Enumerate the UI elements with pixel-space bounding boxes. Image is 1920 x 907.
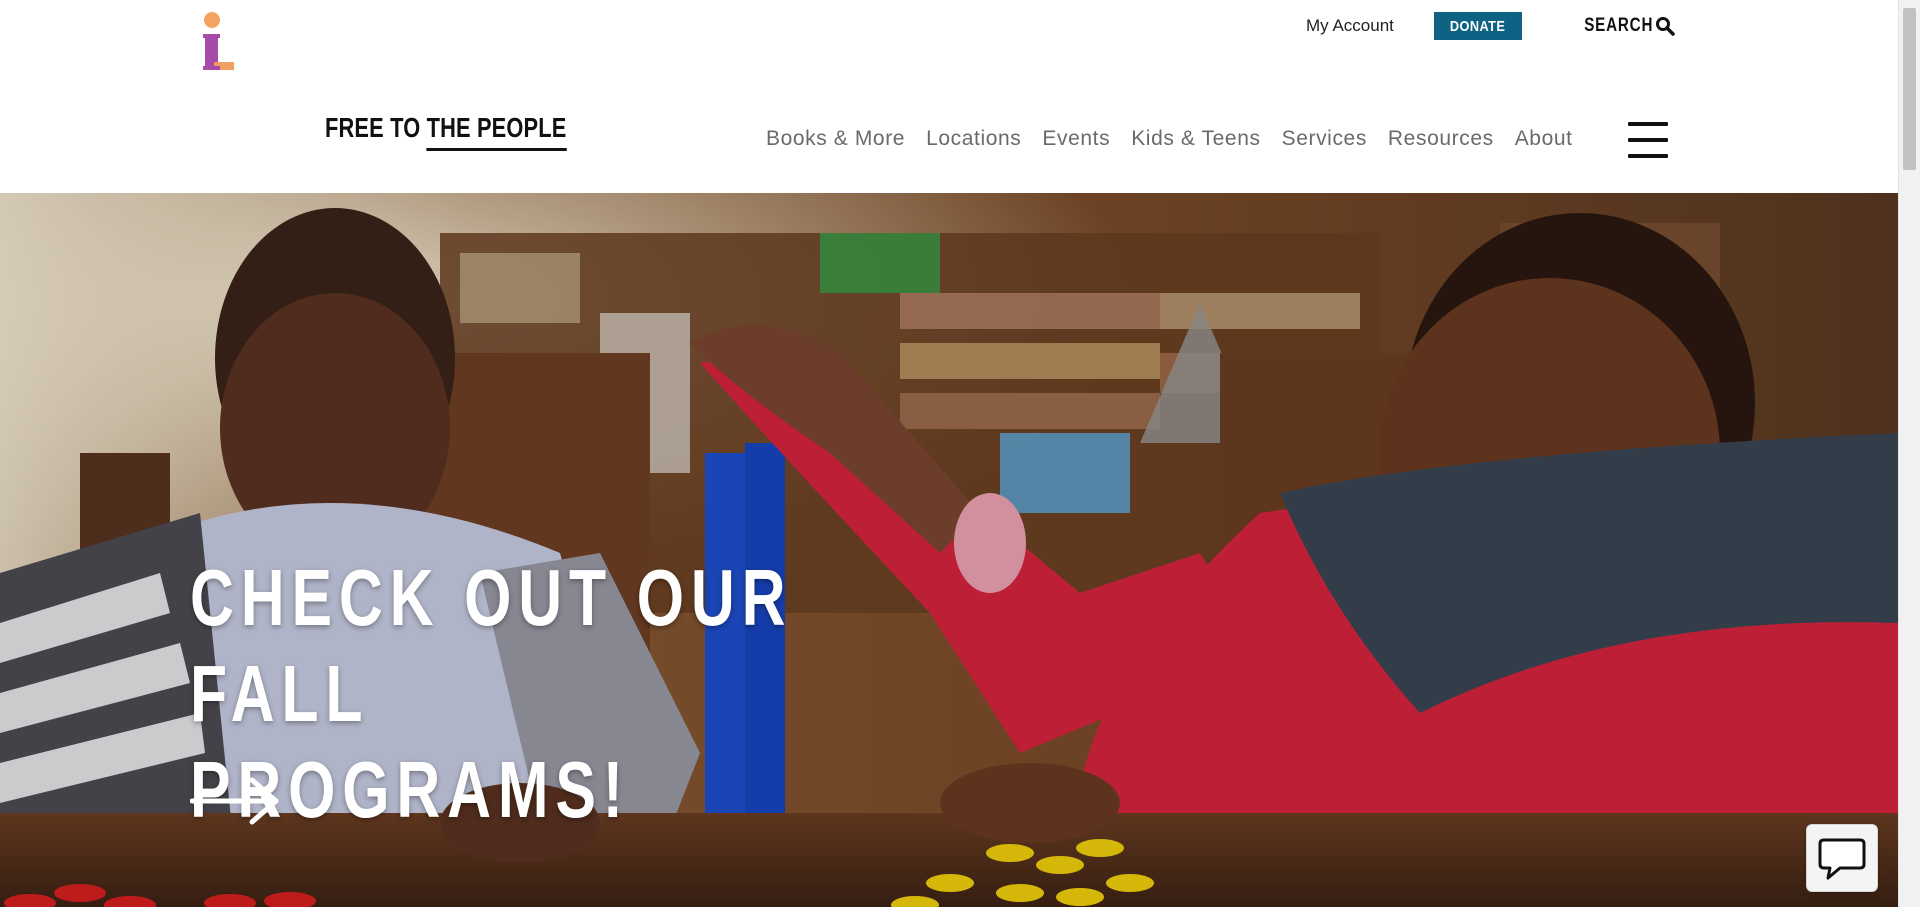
nav-item-resources[interactable]: Resources: [1388, 127, 1494, 151]
utility-bar: My Account DONATE SEARCH: [1306, 12, 1675, 40]
right-arrow-icon[interactable]: [190, 776, 280, 826]
my-account-link[interactable]: My Account: [1306, 16, 1394, 36]
library-logo[interactable]: [200, 10, 236, 74]
hero-heading[interactable]: CHECK OUT OUR FALL PROGRAMS!: [190, 550, 874, 838]
nav-item-books-more[interactable]: Books & More: [766, 127, 905, 151]
search-icon: [1656, 17, 1675, 36]
hamburger-icon-bar: [1628, 154, 1668, 158]
tagline-part2: THE PEOPLE: [426, 112, 567, 151]
hamburger-menu-button[interactable]: [1628, 120, 1668, 160]
hamburger-icon-bar: [1628, 138, 1668, 142]
hero-banner[interactable]: CHECK OUT OUR FALL PROGRAMS!: [0, 193, 1898, 907]
search-label: SEARCH: [1584, 15, 1654, 36]
nav-item-kids-teens[interactable]: Kids & Teens: [1131, 127, 1260, 151]
search-button[interactable]: SEARCH: [1567, 15, 1675, 37]
main-navigation: Books & More Locations Events Kids & Tee…: [766, 124, 1573, 154]
tagline-part1: FREE TO: [325, 112, 421, 143]
donate-button[interactable]: DONATE: [1433, 12, 1522, 40]
page-scrollbar[interactable]: [1898, 0, 1920, 907]
donate-label: DONATE: [1450, 17, 1506, 35]
site-tagline: FREE TO THE PEOPLE: [325, 112, 567, 156]
chat-bubble-icon: [1818, 838, 1866, 880]
scrollbar-thumb[interactable]: [1903, 8, 1916, 170]
site-header: FREE TO THE PEOPLE My Account DONATE SEAR…: [0, 0, 1898, 193]
hero-heading-line1: CHECK OUT OUR FALL: [190, 553, 793, 738]
nav-item-locations[interactable]: Locations: [926, 127, 1021, 151]
chat-button[interactable]: [1806, 824, 1878, 892]
nav-item-events[interactable]: Events: [1042, 127, 1110, 151]
nav-item-services[interactable]: Services: [1282, 127, 1367, 151]
hamburger-icon-bar: [1628, 122, 1668, 126]
nav-item-about[interactable]: About: [1515, 127, 1573, 151]
logo-icon: [203, 12, 234, 70]
